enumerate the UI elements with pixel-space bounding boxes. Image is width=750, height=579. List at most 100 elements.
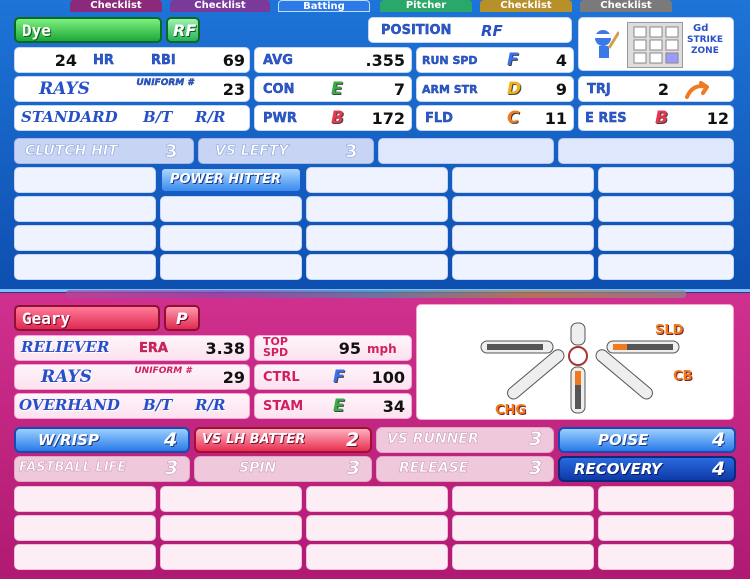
ctrl-grade: F bbox=[333, 367, 345, 387]
top-speed-field: TOP SPD 95 mph bbox=[254, 335, 412, 361]
pitcher-uniform-number: 29 bbox=[222, 368, 245, 387]
ability-slot[interactable] bbox=[14, 254, 156, 280]
pwr-value: 172 bbox=[371, 109, 405, 128]
ability-slot[interactable] bbox=[306, 225, 448, 251]
fld-value: 11 bbox=[544, 109, 567, 128]
ability-power-hitter[interactable]: POWER HITTER bbox=[160, 167, 302, 193]
ability-slot[interactable] bbox=[160, 225, 302, 251]
tab-pitcher[interactable]: Pitcher bbox=[380, 0, 472, 12]
ability-slot[interactable] bbox=[14, 167, 156, 193]
pitcher-role: RELIEVER bbox=[21, 338, 110, 356]
pitch-arrows-diagram bbox=[480, 322, 680, 414]
ability-slot[interactable] bbox=[598, 196, 734, 222]
batting-stance: STANDARD bbox=[21, 108, 118, 126]
pitch-change-label: CHG bbox=[495, 403, 527, 418]
ability-vs-lefty[interactable]: VS LEFTY 3 bbox=[198, 138, 374, 164]
ability-vs-lh-batter[interactable]: VS LH BATTER 2 bbox=[194, 427, 372, 453]
ability-slot[interactable] bbox=[598, 225, 734, 251]
ability-slot[interactable] bbox=[160, 254, 302, 280]
ability-slot[interactable] bbox=[452, 254, 594, 280]
batter-mascot-icon bbox=[591, 28, 621, 60]
tab-checklist-2[interactable]: Checklist bbox=[170, 0, 270, 12]
ability-slot[interactable] bbox=[306, 486, 448, 512]
trj-field: TRJ 2 bbox=[578, 76, 734, 102]
team-row: RAYS UNIFORM # 23 bbox=[14, 76, 250, 102]
stance-row: STANDARD B/T R/R bbox=[14, 105, 250, 131]
position-value: RF bbox=[481, 22, 503, 40]
pitcher-name: Geary bbox=[22, 309, 71, 328]
ability-poise[interactable]: POISE 4 bbox=[558, 427, 736, 453]
ability-slot[interactable] bbox=[452, 225, 594, 251]
ability-w-risp[interactable]: W/RISP 4 bbox=[14, 427, 190, 453]
ability-slot[interactable] bbox=[160, 196, 302, 222]
ability-slot[interactable] bbox=[14, 515, 156, 541]
ability-slot[interactable] bbox=[598, 254, 734, 280]
ability-slot[interactable] bbox=[306, 544, 448, 570]
eres-field: E RES B 12 bbox=[578, 105, 734, 131]
batter-position-badge: RF bbox=[166, 17, 200, 43]
strike-zone-box: Gd STRIKE ZONE bbox=[578, 17, 734, 71]
ability-slot[interactable] bbox=[452, 196, 594, 222]
ability-release[interactable]: RELEASE 3 bbox=[376, 456, 554, 482]
ability-slot[interactable] bbox=[306, 515, 448, 541]
era-value: 3.38 bbox=[205, 339, 245, 358]
role-row: RELIEVER ERA 3.38 bbox=[14, 335, 250, 361]
team-name: RAYS bbox=[39, 79, 90, 99]
eres-grade: B bbox=[655, 108, 668, 128]
delivery-style: OVERHAND bbox=[19, 396, 120, 414]
batter-name: Dye bbox=[22, 21, 51, 40]
bats-throws: R/R bbox=[195, 108, 226, 126]
rbi-value: 69 bbox=[222, 51, 245, 70]
ability-slot[interactable] bbox=[306, 196, 448, 222]
con-value: 7 bbox=[393, 80, 405, 99]
tab-batting[interactable]: Batting bbox=[278, 0, 370, 12]
ability-slot[interactable] bbox=[14, 196, 156, 222]
ability-slot[interactable] bbox=[598, 167, 734, 193]
ability-slot[interactable] bbox=[452, 167, 594, 193]
arm-str-grade: D bbox=[507, 79, 522, 99]
ability-vs-runner[interactable]: VS RUNNER 3 bbox=[376, 427, 554, 453]
pitcher-tab-strip bbox=[66, 290, 686, 298]
ctrl-value: 100 bbox=[371, 368, 405, 387]
ability-clutch-hit[interactable]: CLUTCH HIT 3 bbox=[14, 138, 194, 164]
ability-fastball-life[interactable]: FASTBALL LIFE 3 bbox=[14, 456, 190, 482]
ability-slot[interactable] bbox=[160, 515, 302, 541]
con-field: CON E 7 bbox=[254, 76, 412, 102]
ability-slot[interactable] bbox=[452, 544, 594, 570]
tab-checklist-3[interactable]: Checklist bbox=[480, 0, 572, 12]
hr-rbi-row: 24 HR RBI 69 bbox=[14, 47, 250, 73]
avg-value: .355 bbox=[365, 51, 405, 70]
ability-spin[interactable]: SPIN 3 bbox=[194, 456, 372, 482]
strike-zone-grid-icon bbox=[627, 22, 683, 68]
tab-checklist-1[interactable]: Checklist bbox=[70, 0, 162, 12]
run-speed-field: RUN SPD F 4 bbox=[416, 47, 574, 73]
con-grade: E bbox=[331, 79, 343, 99]
ability-slot[interactable] bbox=[558, 138, 734, 164]
ability-slot[interactable] bbox=[14, 544, 156, 570]
fld-grade: C bbox=[507, 108, 520, 128]
avg-field: AVG .355 bbox=[254, 47, 412, 73]
arm-str-field: ARM STR D 9 bbox=[416, 76, 574, 102]
trajectory-arrow-icon bbox=[685, 81, 709, 103]
ability-slot[interactable] bbox=[306, 167, 448, 193]
tab-checklist-4[interactable]: Checklist bbox=[580, 0, 672, 12]
pwr-field: PWR B 172 bbox=[254, 105, 412, 131]
ability-slot[interactable] bbox=[160, 544, 302, 570]
ability-slot[interactable] bbox=[598, 544, 734, 570]
ability-slot[interactable] bbox=[14, 225, 156, 251]
ability-slot[interactable] bbox=[598, 486, 734, 512]
arm-str-value: 9 bbox=[555, 80, 567, 99]
top-speed-value: 95 bbox=[338, 339, 361, 358]
ability-slot[interactable] bbox=[598, 515, 734, 541]
ability-slot[interactable] bbox=[378, 138, 554, 164]
batter-name-plate: Dye bbox=[14, 17, 162, 43]
ability-recovery[interactable]: RECOVERY 4 bbox=[558, 456, 736, 482]
ability-slot[interactable] bbox=[160, 486, 302, 512]
fld-field: FLD C 11 bbox=[416, 105, 574, 131]
ability-slot[interactable] bbox=[306, 254, 448, 280]
eres-value: 12 bbox=[706, 109, 729, 128]
ability-slot[interactable] bbox=[452, 515, 594, 541]
ability-slot[interactable] bbox=[14, 486, 156, 512]
stam-field: STAM E 34 bbox=[254, 393, 412, 419]
ability-slot[interactable] bbox=[452, 486, 594, 512]
